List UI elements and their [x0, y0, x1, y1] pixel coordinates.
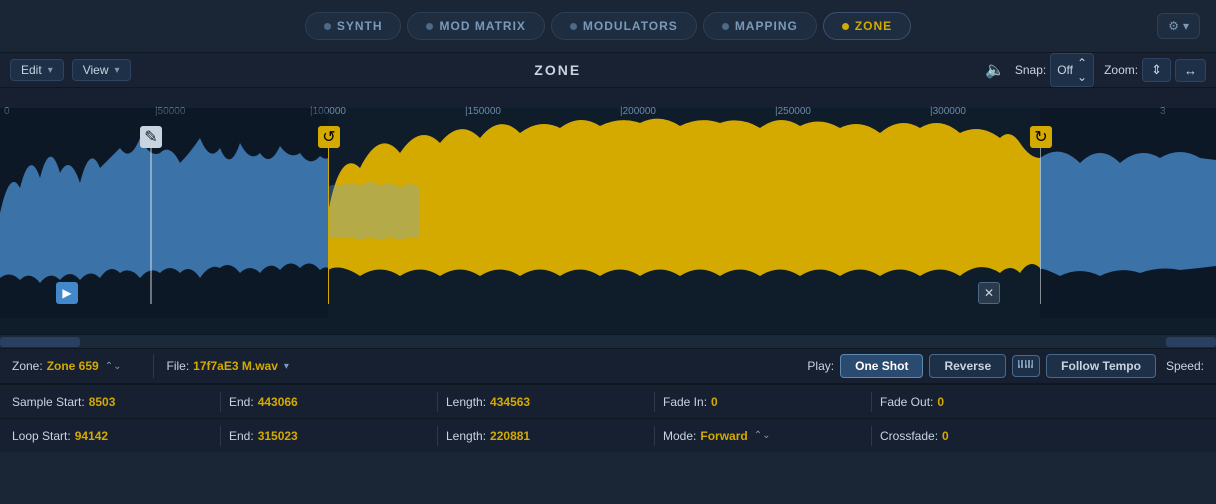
sample-start-item: Sample Start: 8503 [12, 395, 212, 409]
settings-button[interactable]: ⚙ ▾ [1157, 13, 1200, 39]
nav-tabs: SYNTH MOD MATRIX MODULATORS MAPPING ZONE [305, 12, 911, 40]
loop-length-item: Length: 220881 [446, 429, 646, 443]
row1-sep-2 [437, 392, 438, 412]
fade-in-item: Fade In: 0 [663, 395, 863, 409]
scrollbar-thumb-right[interactable] [1166, 337, 1216, 347]
info-sep-1 [153, 354, 154, 378]
gear-icon: ⚙ [1168, 19, 1179, 33]
tab-dot-mapping [722, 23, 729, 30]
row1-sep-4 [871, 392, 872, 412]
waveform-container: 0 |50000 |100000 |150000 |200000 |250000… [0, 88, 1216, 348]
scrollbar-thumb-left[interactable] [0, 337, 80, 347]
settings-chevron: ▾ [1183, 19, 1189, 33]
reverse-button[interactable]: Reverse [929, 354, 1006, 378]
row2-sep-2 [437, 426, 438, 446]
zone-chevron[interactable]: ⌃⌄ [105, 361, 122, 372]
view-button[interactable]: View ▾ [72, 59, 131, 81]
snap-chevron: ⌃⌄ [1077, 56, 1087, 84]
follow-tempo-button[interactable]: Follow Tempo [1046, 354, 1156, 378]
zone-info: Zone: Zone 659 ⌃⌄ [12, 359, 121, 373]
row1-sep-1 [220, 392, 221, 412]
tab-dot-modulators [570, 23, 577, 30]
sample-length-item: Length: 434563 [446, 395, 646, 409]
sample-end-item: End: 443066 [229, 395, 429, 409]
file-chevron[interactable]: ▾ [284, 361, 289, 372]
waveform-scrollbar[interactable] [0, 334, 1216, 348]
zoom-control: Zoom: ⇕ ↔ [1104, 58, 1206, 82]
toolbar: Edit ▾ View ▾ ZONE 🔈 Snap: Off ⌃⌄ Zoom: … [0, 52, 1216, 88]
close-region-icon[interactable]: ✕ [978, 282, 1000, 304]
tab-zone[interactable]: ZONE [823, 12, 911, 40]
crossfade-item: Crossfade: 0 [880, 429, 1080, 443]
row2-sep-1 [220, 426, 221, 446]
row1-sep-3 [654, 392, 655, 412]
midi-icon[interactable] [1012, 355, 1040, 377]
edit-button[interactable]: Edit ▾ [10, 59, 64, 81]
tab-mod-matrix[interactable]: MOD MATRIX [407, 12, 544, 40]
loop-end-item: End: 315023 [229, 429, 429, 443]
play-controls: Play: One Shot Reverse Follow Tempo Spee… [807, 354, 1204, 378]
right-controls: 🔈 Snap: Off ⌃⌄ Zoom: ⇕ ↔ [985, 53, 1206, 87]
loop-start-marker [328, 126, 329, 304]
zoom-width-button[interactable]: ↔ [1175, 59, 1206, 82]
top-nav: SYNTH MOD MATRIX MODULATORS MAPPING ZONE… [0, 0, 1216, 52]
view-chevron: ▾ [115, 65, 120, 76]
tab-dot-synth [324, 23, 331, 30]
speaker-button[interactable]: 🔈 [985, 60, 1005, 80]
tab-dot-mod-matrix [426, 23, 433, 30]
snap-select[interactable]: Off ⌃⌄ [1050, 53, 1094, 87]
mode-chevron[interactable]: ⌃⌄ [754, 430, 771, 441]
loop-start-icon[interactable]: ↺ [318, 126, 340, 148]
zone-title: ZONE [139, 62, 977, 78]
mode-item: Mode: Forward ⌃⌄ [663, 429, 863, 443]
edit-chevron: ▾ [48, 65, 53, 76]
tab-mapping[interactable]: MAPPING [703, 12, 817, 40]
snap-control: Snap: Off ⌃⌄ [1015, 53, 1094, 87]
play-position-icon[interactable]: ▶ [56, 282, 78, 304]
ruler: 0 |50000 |100000 |150000 |200000 |250000… [0, 88, 1216, 108]
bottom-rows: Sample Start: 8503 End: 443066 Length: 4… [0, 384, 1216, 452]
midi-svg [1017, 359, 1035, 373]
waveform-area[interactable]: ✎ ↺ ↻ ▶ ✕ [0, 108, 1216, 318]
fade-out-item: Fade Out: 0 [880, 395, 1080, 409]
one-shot-button[interactable]: One Shot [840, 354, 923, 378]
tab-dot-zone [842, 23, 849, 30]
zoom-fit-button[interactable]: ⇕ [1142, 58, 1171, 82]
row2-sep-4 [871, 426, 872, 446]
file-info: File: 17f7aE3 M.wav ▾ [166, 359, 288, 373]
tab-synth[interactable]: SYNTH [305, 12, 402, 40]
loop-start-item: Loop Start: 94142 [12, 429, 212, 443]
loop-end-icon[interactable]: ↻ [1030, 126, 1052, 148]
tab-modulators[interactable]: MODULATORS [551, 12, 697, 40]
loop-end-marker [1040, 126, 1041, 304]
info-bar: Zone: Zone 659 ⌃⌄ File: 17f7aE3 M.wav ▾ … [0, 348, 1216, 384]
sample-start-icon[interactable]: ✎ [140, 126, 162, 148]
data-row-2: Loop Start: 94142 End: 315023 Length: 22… [0, 418, 1216, 452]
sample-start-marker [150, 126, 152, 304]
row2-sep-3 [654, 426, 655, 446]
data-row-1: Sample Start: 8503 End: 443066 Length: 4… [0, 384, 1216, 418]
